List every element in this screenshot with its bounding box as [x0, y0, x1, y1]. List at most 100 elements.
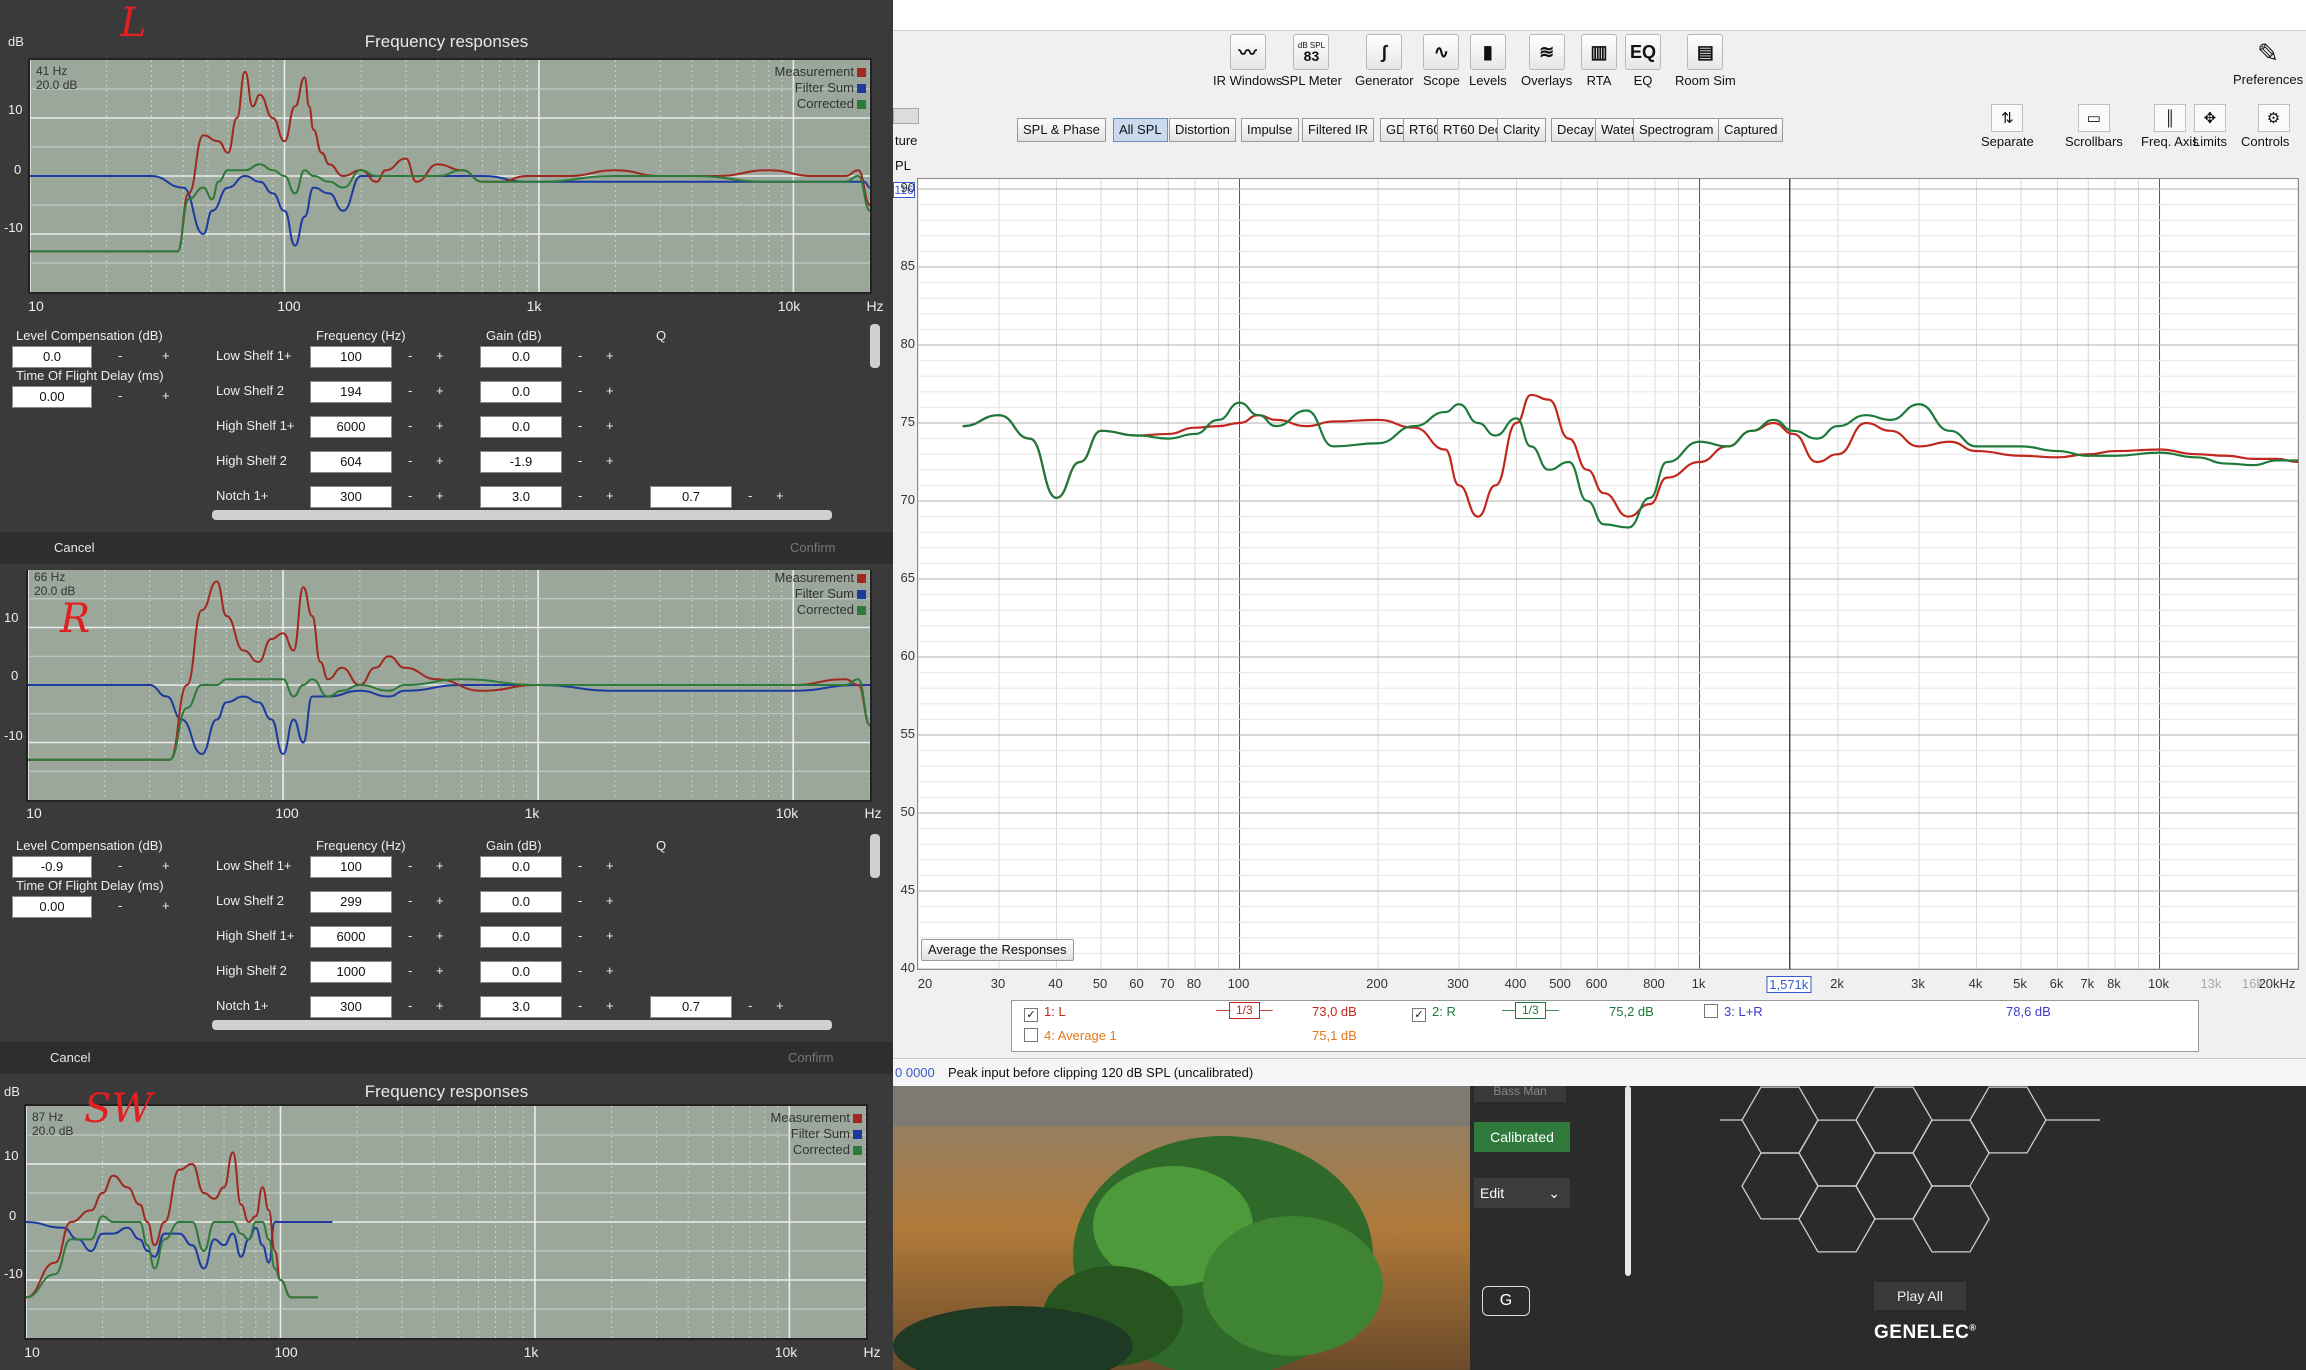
levels-button[interactable]: ▮ Levels	[1469, 34, 1507, 88]
legend-checkbox-l[interactable]: ✓	[1024, 1008, 1038, 1022]
gain-plus-button[interactable]: +	[606, 963, 614, 978]
gain-minus-button[interactable]: -	[578, 348, 582, 363]
generator-button[interactable]: ∫ Generator	[1355, 34, 1414, 88]
tab-captured[interactable]: Captured	[1718, 118, 1784, 142]
controls-button[interactable]: ⚙ Controls	[2241, 104, 2306, 149]
filter-gain-input[interactable]: 0.0	[480, 346, 562, 368]
level-plus-button[interactable]: +	[162, 858, 170, 873]
filter-vertical-scrollbar[interactable]	[870, 324, 880, 368]
tab-filtered-ir[interactable]: Filtered IR	[1302, 118, 1374, 142]
frequency-plus-button[interactable]: +	[436, 383, 444, 398]
filter-vertical-scrollbar[interactable]	[870, 834, 880, 878]
scrollbars-button[interactable]: ▭ Scrollbars	[2065, 104, 2123, 149]
tof-plus-button[interactable]: +	[162, 898, 170, 913]
level-compensation-input[interactable]: -0.9	[12, 856, 92, 878]
filter-gain-input[interactable]: -1.9	[480, 451, 562, 473]
tab-impulse[interactable]: Impulse	[1241, 118, 1299, 142]
tab-decay[interactable]: Decay	[1551, 118, 1600, 142]
gain-minus-button[interactable]: -	[578, 383, 582, 398]
overlays-button[interactable]: ≋ Overlays	[1521, 34, 1572, 88]
gain-minus-button[interactable]: -	[578, 998, 582, 1013]
vertical-slider[interactable]	[1625, 1086, 1631, 1276]
l-confirm-button[interactable]: Confirm	[790, 540, 836, 555]
gain-plus-button[interactable]: +	[606, 893, 614, 908]
genelec-g-button[interactable]: G	[1482, 1286, 1530, 1316]
filter-gain-input[interactable]: 0.0	[480, 856, 562, 878]
clipped-capture-icon[interactable]	[893, 108, 919, 124]
frequency-minus-button[interactable]: -	[408, 963, 412, 978]
tab-clarity[interactable]: Clarity	[1497, 118, 1546, 142]
filter-q-input[interactable]: 0.7	[650, 486, 732, 508]
l-cancel-button[interactable]: Cancel	[54, 540, 94, 555]
frequency-plus-button[interactable]: +	[436, 858, 444, 873]
spl-meter-button[interactable]: dB SPL 83 SPL Meter	[1281, 34, 1342, 88]
edit-dropdown[interactable]: Edit ⌄	[1474, 1178, 1570, 1208]
cursor-frequency-box[interactable]: 1,571k	[1766, 976, 1812, 993]
frequency-plus-button[interactable]: +	[436, 963, 444, 978]
filter-horizontal-scrollbar[interactable]	[212, 510, 832, 520]
filter-frequency-input[interactable]: 1000	[310, 961, 392, 983]
gain-minus-button[interactable]: -	[578, 488, 582, 503]
q-plus-button[interactable]: +	[776, 488, 784, 503]
limits-button[interactable]: ✥ Limits	[2193, 104, 2227, 149]
filter-gain-input[interactable]: 0.0	[480, 891, 562, 913]
r-confirm-button[interactable]: Confirm	[788, 1050, 834, 1065]
gain-plus-button[interactable]: +	[606, 928, 614, 943]
filter-gain-input[interactable]: 0.0	[480, 381, 562, 403]
tof-delay-input[interactable]: 0.00	[12, 386, 92, 408]
filter-frequency-input[interactable]: 6000	[310, 416, 392, 438]
frequency-plus-button[interactable]: +	[436, 453, 444, 468]
q-minus-button[interactable]: -	[748, 488, 752, 503]
legend-item-lr[interactable]: 3: L+R	[1704, 1004, 1763, 1019]
gain-minus-button[interactable]: -	[578, 928, 582, 943]
gain-minus-button[interactable]: -	[578, 963, 582, 978]
level-compensation-input[interactable]: 0.0	[12, 346, 92, 368]
filter-frequency-input[interactable]: 194	[310, 381, 392, 403]
frequency-plus-button[interactable]: +	[436, 418, 444, 433]
frequency-minus-button[interactable]: -	[408, 418, 412, 433]
level-minus-button[interactable]: -	[118, 858, 122, 873]
filter-gain-input[interactable]: 3.0	[480, 996, 562, 1018]
frequency-plus-button[interactable]: +	[436, 488, 444, 503]
filter-gain-input[interactable]: 0.0	[480, 961, 562, 983]
frequency-minus-button[interactable]: -	[408, 348, 412, 363]
level-minus-button[interactable]: -	[118, 348, 122, 363]
room-sim-button[interactable]: ▤ Room Sim	[1675, 34, 1736, 88]
bass-man-button[interactable]: Bass Man	[1474, 1086, 1566, 1102]
frequency-minus-button[interactable]: -	[408, 453, 412, 468]
filter-frequency-input[interactable]: 604	[310, 451, 392, 473]
tab-all-spl[interactable]: All SPL	[1113, 118, 1168, 142]
frequency-minus-button[interactable]: -	[408, 893, 412, 908]
filter-frequency-input[interactable]: 300	[310, 486, 392, 508]
frequency-minus-button[interactable]: -	[408, 928, 412, 943]
spl-graph[interactable]: Average the Responses	[917, 110, 2299, 970]
tof-minus-button[interactable]: -	[118, 898, 122, 913]
gain-minus-button[interactable]: -	[578, 858, 582, 873]
legend-item-average[interactable]: 4: Average 1	[1024, 1028, 1117, 1043]
frequency-plus-button[interactable]: +	[436, 928, 444, 943]
average-responses-button[interactable]: Average the Responses	[921, 939, 1074, 961]
l-frequency-plot[interactable]: 41 Hz 20.0 dB Measurement Filter Sum Cor…	[28, 58, 872, 294]
gain-plus-button[interactable]: +	[606, 348, 614, 363]
legend-item-l[interactable]: ✓ 1: L	[1024, 1004, 1066, 1022]
separate-button[interactable]: ⇅ Separate	[1981, 104, 2034, 149]
eq-button[interactable]: EQ EQ	[1625, 34, 1661, 88]
legend-checkbox-lr[interactable]	[1704, 1004, 1718, 1018]
r-frequency-plot[interactable]: 66 Hz 20.0 dB Measurement Filter Sum Cor…	[26, 570, 872, 802]
filter-frequency-input[interactable]: 6000	[310, 926, 392, 948]
legend-item-r[interactable]: ✓ 2: R	[1412, 1004, 1456, 1022]
gain-plus-button[interactable]: +	[606, 998, 614, 1013]
smoothing-badge-r[interactable]: —1/3—	[1502, 1002, 1559, 1019]
gain-minus-button[interactable]: -	[578, 453, 582, 468]
gain-minus-button[interactable]: -	[578, 418, 582, 433]
tab-spl-phase[interactable]: SPL & Phase	[1017, 118, 1106, 142]
r-cancel-button[interactable]: Cancel	[50, 1050, 90, 1065]
frequency-plus-button[interactable]: +	[436, 893, 444, 908]
filter-gain-input[interactable]: 0.0	[480, 926, 562, 948]
tab-distortion[interactable]: Distortion	[1169, 118, 1236, 142]
play-all-button[interactable]: Play All	[1874, 1282, 1966, 1310]
frequency-minus-button[interactable]: -	[408, 383, 412, 398]
filter-frequency-input[interactable]: 299	[310, 891, 392, 913]
legend-checkbox-r[interactable]: ✓	[1412, 1008, 1426, 1022]
frequency-plus-button[interactable]: +	[436, 348, 444, 363]
